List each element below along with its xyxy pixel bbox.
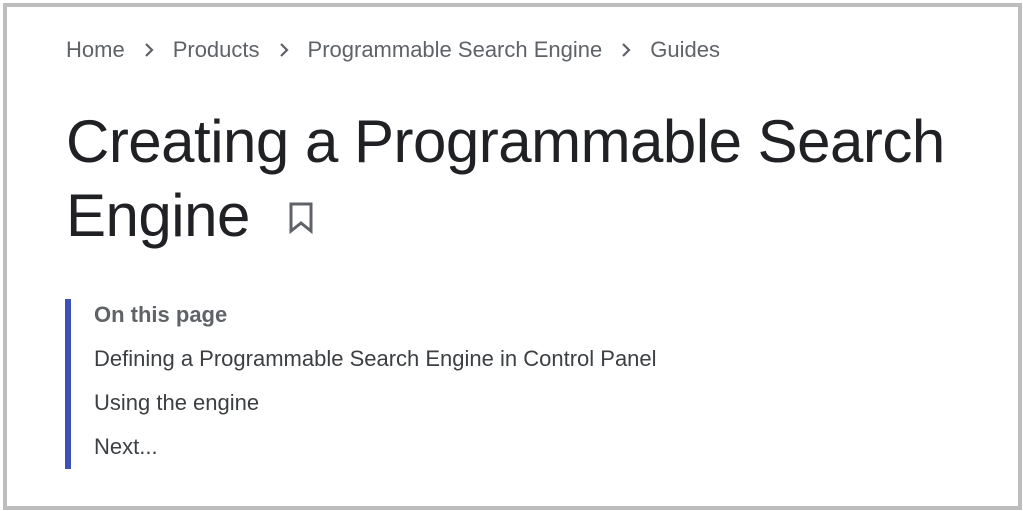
breadcrumb-home[interactable]: Home: [66, 37, 125, 63]
chevron-right-icon: [125, 42, 173, 58]
breadcrumb-guides[interactable]: Guides: [650, 37, 720, 63]
toc-item-defining-engine[interactable]: Defining a Programmable Search Engine in…: [94, 346, 657, 372]
page-frame: Home Products Programmable Search Engine…: [3, 3, 1022, 510]
page-title: Creating a Programmable Search Engine: [66, 105, 966, 257]
page-title-text: Creating a Programmable Search Engine: [66, 108, 945, 249]
toc-item-next[interactable]: Next...: [94, 434, 158, 460]
table-of-contents: On this page Defining a Programmable Sea…: [65, 299, 765, 469]
breadcrumb: Home Products Programmable Search Engine…: [66, 35, 720, 65]
breadcrumb-products[interactable]: Products: [173, 37, 260, 63]
toc-heading: On this page: [94, 302, 228, 327]
toc-item-using-engine[interactable]: Using the engine: [94, 390, 259, 416]
chevron-right-icon: [260, 42, 308, 58]
chevron-right-icon: [602, 42, 650, 58]
breadcrumb-programmable-search-engine[interactable]: Programmable Search Engine: [308, 37, 603, 63]
bookmark-icon[interactable]: [288, 177, 314, 251]
